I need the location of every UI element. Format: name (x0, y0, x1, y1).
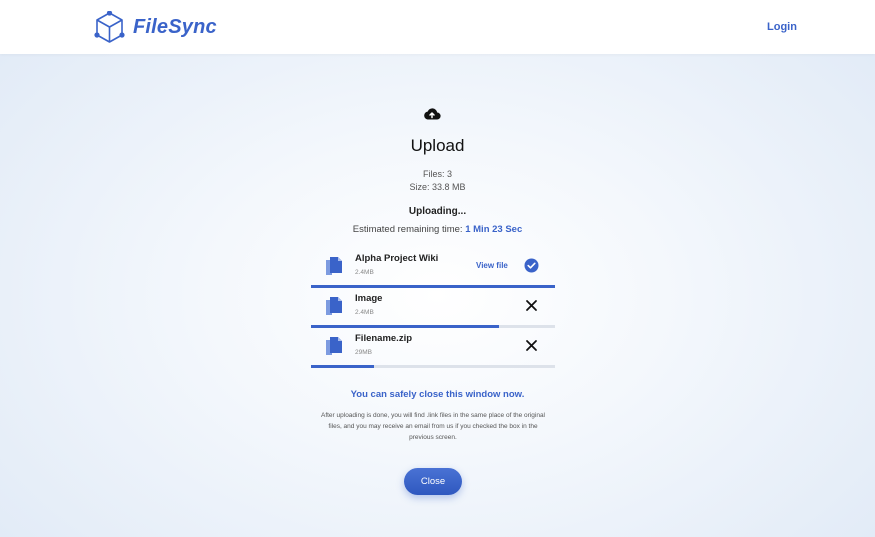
file-row: Filename.zip 29MB (311, 328, 555, 368)
file-size: 2.4MB (355, 269, 374, 276)
cancel-upload-close-icon[interactable] (525, 299, 538, 312)
document-copy-icon (326, 297, 342, 315)
file-size: 29MB (355, 349, 372, 356)
progress-track (311, 365, 555, 368)
close-button[interactable]: Close (404, 468, 462, 495)
file-name: Filename.zip (355, 333, 413, 344)
files-count: Files: 3 (422, 169, 452, 179)
cancel-upload-close-icon[interactable] (525, 339, 538, 352)
brand-logo[interactable]: FileSync (94, 11, 217, 44)
file-row: Image 2.4MB (311, 288, 555, 328)
upload-status: Uploading... (408, 206, 467, 217)
document-copy-icon (326, 337, 342, 355)
cube-logo-icon (94, 11, 125, 43)
check-circle-icon (524, 258, 539, 273)
total-size: Size: 33.8 MB (409, 182, 466, 192)
file-row: Alpha Project Wiki 2.4MB View file (311, 248, 555, 288)
upload-title: Upload (410, 136, 465, 155)
brand-name: FileSync (133, 16, 217, 38)
upload-file-list: Alpha Project Wiki 2.4MB View file Image… (311, 248, 555, 368)
upload-note: After uploading is done, you will find .… (320, 412, 545, 441)
file-name: Image (355, 293, 383, 304)
eta-value: 1 Min 23 Sec (465, 224, 523, 235)
cloud-upload-icon (424, 108, 441, 120)
file-name: Alpha Project Wiki (355, 253, 439, 264)
top-navigation-bar: FileSync Login (0, 0, 875, 54)
login-link[interactable]: Login (767, 21, 797, 33)
eta-label: Estimated remaining time: (352, 224, 463, 235)
document-copy-icon (326, 257, 342, 275)
safe-close-message: You can safely close this window now. (350, 389, 525, 400)
view-file-link[interactable]: View file (476, 261, 508, 270)
file-size: 2.4MB (355, 309, 374, 316)
progress-fill (311, 365, 375, 368)
estimated-time: Estimated remaining time: 1 Min 23 Sec (0, 224, 875, 235)
